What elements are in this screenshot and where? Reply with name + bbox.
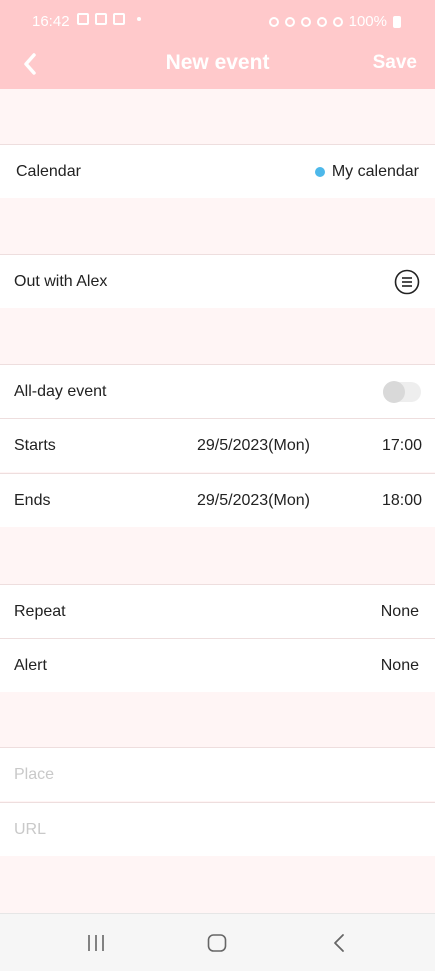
save-button[interactable]: Save	[373, 52, 417, 74]
more-dot-icon	[137, 17, 141, 21]
starts-label: Starts	[14, 437, 56, 454]
back-icon[interactable]	[329, 932, 351, 954]
alert-label: Alert	[14, 657, 47, 674]
system-navigation-bar	[0, 913, 435, 971]
url-field[interactable]: URL	[0, 802, 435, 856]
all-day-row: All-day event	[0, 364, 435, 418]
status-system-icons: 100%	[268, 13, 401, 30]
nav-bar: New event Save	[0, 44, 435, 89]
image-icon	[95, 13, 107, 25]
event-title-input[interactable]: Out with Alex	[14, 273, 107, 291]
calendar-name: My calendar	[331, 163, 419, 180]
starts-row: Starts 29/5/2023(Mon) 17:00	[0, 418, 435, 472]
status-notification-icons	[77, 13, 141, 25]
alarm-icon	[268, 16, 279, 27]
all-day-label: All-day event	[14, 383, 107, 400]
url-placeholder: URL	[14, 821, 47, 838]
calendar-label: Calendar	[16, 163, 81, 180]
ends-label: Ends	[14, 492, 51, 509]
status-time: 16:42	[32, 13, 70, 30]
calendar-color-dot	[314, 167, 325, 177]
ends-row: Ends 29/5/2023(Mon) 18:00	[0, 473, 435, 527]
home-icon[interactable]	[206, 932, 228, 954]
page-title: New event	[165, 51, 270, 74]
battery-percent: 100%	[348, 13, 387, 30]
alert-row[interactable]: Alert None	[0, 638, 435, 692]
wifi-icon	[316, 16, 327, 27]
all-day-toggle[interactable]	[383, 381, 421, 403]
app-header: 16:42 100% New event Save	[0, 0, 435, 89]
repeat-value: None	[380, 603, 419, 620]
ends-time[interactable]: 18:00	[382, 492, 422, 510]
calendar-row[interactable]: Calendar My calendar	[0, 144, 435, 198]
starts-time[interactable]: 17:00	[382, 437, 422, 455]
status-bar: 16:42 100%	[0, 0, 435, 44]
list-menu-icon[interactable]	[394, 269, 420, 295]
mute-icon	[300, 16, 311, 27]
toggle-knob	[383, 381, 405, 403]
bluetooth-icon	[284, 16, 295, 27]
starts-date[interactable]: 29/5/2023(Mon)	[197, 437, 310, 455]
event-title-row[interactable]: Out with Alex	[0, 254, 435, 308]
recent-apps-icon[interactable]	[85, 932, 107, 954]
alert-value: None	[380, 657, 419, 674]
calendar-value: My calendar	[314, 163, 419, 181]
repeat-label: Repeat	[14, 603, 66, 620]
ends-date[interactable]: 29/5/2023(Mon)	[197, 492, 310, 510]
check-icon	[113, 13, 125, 25]
place-placeholder: Place	[14, 766, 55, 783]
repeat-row[interactable]: Repeat None	[0, 584, 435, 638]
battery-icon	[393, 15, 401, 28]
place-field[interactable]: Place	[0, 747, 435, 801]
notification-icon	[77, 13, 89, 25]
signal-icon	[332, 16, 343, 27]
